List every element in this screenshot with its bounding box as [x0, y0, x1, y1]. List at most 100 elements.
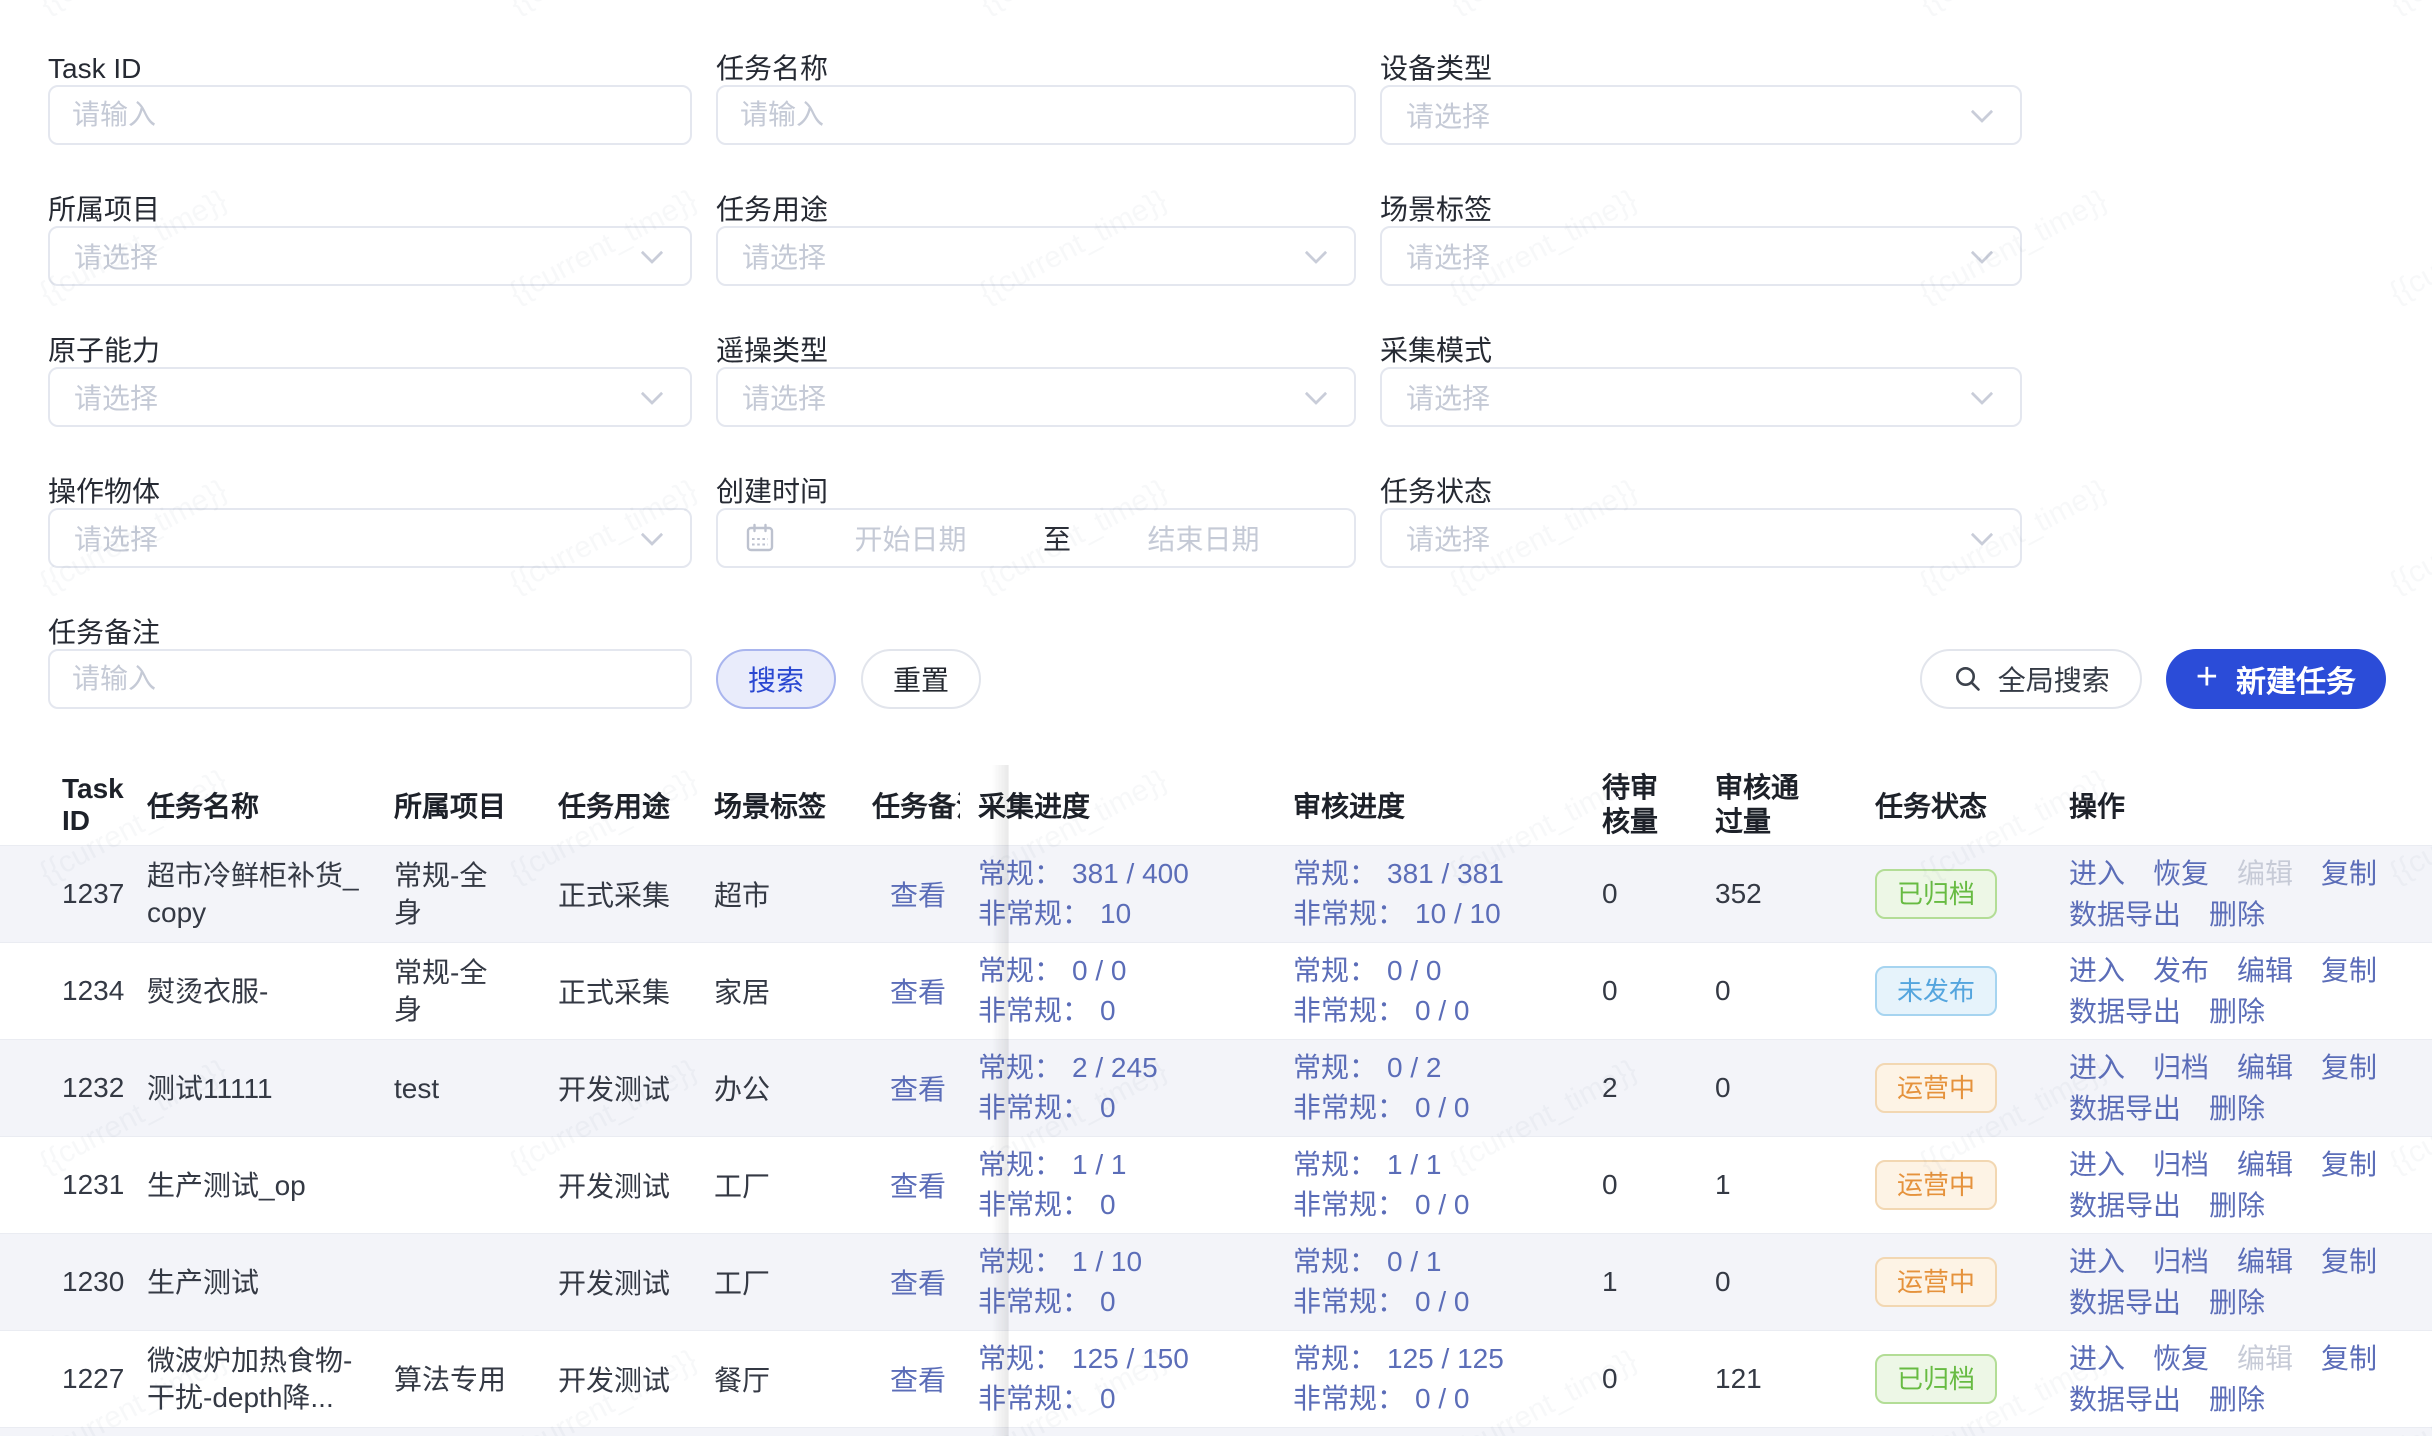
view-remark-link[interactable]: 查看 — [890, 1359, 946, 1399]
table-row: 1232 测试11111 test 开发测试 办公 查看 常规：2 / 245 … — [0, 1039, 2432, 1136]
action-export[interactable]: 数据导出 — [2069, 1090, 2181, 1127]
filter-label-scene-tag: 场景标签 — [1380, 193, 2022, 226]
task-status-select[interactable]: 请选择 — [1380, 508, 2022, 568]
cell-task-name: 超市冷鲜柜补货_copy — [122, 846, 372, 942]
action-export[interactable]: 数据导出 — [2069, 896, 2181, 933]
action-export[interactable]: 数据导出 — [2069, 1381, 2181, 1418]
action-copy[interactable]: 复制 — [2321, 1049, 2377, 1086]
action-links: 进入 归档 编辑 复制 数据导出 删除 — [2069, 1243, 2389, 1321]
operate-object-select[interactable]: 请选择 — [48, 508, 692, 568]
status-badge: 运营中 — [1875, 1257, 1997, 1307]
collect-mode-select[interactable]: 请选择 — [1380, 367, 2022, 427]
filter-label-teleop-type: 遥操类型 — [716, 334, 1356, 367]
task-name-input[interactable] — [716, 85, 1356, 145]
header-task-name: 任务名称 — [122, 765, 372, 845]
filter-label-collect-mode: 采集模式 — [1380, 334, 2022, 367]
action-delete[interactable]: 删除 — [2209, 1284, 2265, 1321]
header-collect-progress: 采集进度 — [960, 765, 1277, 845]
atomic-ability-select[interactable]: 请选择 — [48, 367, 692, 427]
cell-approved: 0 — [1697, 1040, 1857, 1136]
cell-task-id: 1227 — [0, 1331, 122, 1427]
action-delete[interactable]: 删除 — [2209, 1381, 2265, 1418]
action-restore[interactable]: 恢复 — [2153, 1340, 2209, 1377]
cell-collect-progress: 常规：125 / 150 非常规：0 — [960, 1331, 1277, 1427]
filter-label-device-type: 设备类型 — [1380, 52, 2022, 85]
action-delete[interactable]: 删除 — [2209, 1090, 2265, 1127]
filter-actions-row: 任务备注 搜索 重置 全局搜索 + 新建任务 — [48, 616, 2386, 709]
action-copy[interactable]: 复制 — [2321, 1243, 2377, 1280]
action-enter[interactable]: 进入 — [2069, 1146, 2125, 1183]
action-archive[interactable]: 归档 — [2153, 1146, 2209, 1183]
action-enter[interactable]: 进入 — [2069, 1340, 2125, 1377]
action-edit[interactable]: 编辑 — [2237, 1146, 2293, 1183]
action-copy[interactable]: 复制 — [2321, 1340, 2377, 1377]
task-remark-input[interactable] — [48, 649, 692, 709]
new-task-label: 新建任务 — [2236, 657, 2356, 701]
cell-pending: 0 — [1587, 943, 1697, 1039]
filter-label-task-name: 任务名称 — [716, 52, 1356, 85]
action-restore[interactable]: 恢复 — [2153, 855, 2209, 892]
cell-purpose: 开发测试 — [542, 1331, 692, 1427]
action-links: 进入 恢复 编辑 复制 数据导出 删除 — [2069, 855, 2389, 933]
cell-approved: 0 — [1697, 1234, 1857, 1330]
action-edit[interactable]: 编辑 — [2237, 1243, 2293, 1280]
reset-button[interactable]: 重置 — [861, 649, 981, 709]
cell-project: 算法专用 — [372, 1331, 542, 1427]
calendar-icon — [742, 520, 778, 556]
filter-project: 所属项目 请选择 — [48, 193, 692, 286]
action-publish[interactable]: 发布 — [2153, 952, 2209, 989]
action-archive[interactable]: 归档 — [2153, 1049, 2209, 1086]
search-button[interactable]: 搜索 — [716, 649, 836, 709]
action-delete[interactable]: 删除 — [2209, 993, 2265, 1030]
header-actions: 操作 — [2037, 765, 2432, 845]
filter-create-time: 创建时间 开始日期 至 结束日期 — [716, 475, 1356, 568]
view-remark-link[interactable]: 查看 — [890, 1165, 946, 1205]
filter-label-project: 所属项目 — [48, 193, 692, 226]
filter-purpose: 任务用途 请选择 — [716, 193, 1356, 286]
cell-actions: 进入 归档 编辑 复制 数据导出 删除 — [2037, 1040, 2432, 1136]
filter-collect-mode: 采集模式 请选择 — [1380, 334, 2022, 427]
cell-approved: 352 — [1697, 846, 1857, 942]
global-search-button[interactable]: 全局搜索 — [1920, 649, 2142, 709]
teleop-type-select[interactable]: 请选择 — [716, 367, 1356, 427]
action-edit[interactable]: 编辑 — [2237, 1049, 2293, 1086]
cell-actions: 进入 恢复 编辑 复制 数据导出 删除 — [2037, 846, 2432, 942]
create-time-range-picker[interactable]: 开始日期 至 结束日期 — [716, 508, 1356, 568]
action-export[interactable]: 数据导出 — [2069, 1187, 2181, 1224]
purpose-select[interactable]: 请选择 — [716, 226, 1356, 286]
filter-label-task-status: 任务状态 — [1380, 475, 2022, 508]
cell-project: test — [372, 1040, 542, 1136]
action-enter[interactable]: 进入 — [2069, 1049, 2125, 1086]
scene-tag-select[interactable]: 请选择 — [1380, 226, 2022, 286]
view-remark-link[interactable]: 查看 — [890, 1262, 946, 1302]
cell-remark: 查看 — [852, 1331, 960, 1427]
action-enter[interactable]: 进入 — [2069, 952, 2125, 989]
action-enter[interactable]: 进入 — [2069, 855, 2125, 892]
task-id-input[interactable] — [48, 85, 692, 145]
cell-task-id: 1234 — [0, 943, 122, 1039]
device-type-select[interactable]: 请选择 — [1380, 85, 2022, 145]
cell-task-id: 1230 — [0, 1234, 122, 1330]
project-select[interactable]: 请选择 — [48, 226, 692, 286]
view-remark-link[interactable]: 查看 — [890, 874, 946, 914]
action-archive[interactable]: 归档 — [2153, 1243, 2209, 1280]
new-task-button[interactable]: + 新建任务 — [2166, 649, 2386, 709]
action-edit[interactable]: 编辑 — [2237, 952, 2293, 989]
plus-icon: + — [2196, 658, 2218, 696]
action-copy[interactable]: 复制 — [2321, 855, 2377, 892]
cell-pending: 0 — [1587, 1331, 1697, 1427]
action-delete[interactable]: 删除 — [2209, 896, 2265, 933]
action-delete[interactable]: 删除 — [2209, 1187, 2265, 1224]
action-copy[interactable]: 复制 — [2321, 952, 2377, 989]
view-remark-link[interactable]: 查看 — [890, 1068, 946, 1108]
action-export[interactable]: 数据导出 — [2069, 1284, 2181, 1321]
cell-task-name: 生产测试_op — [122, 1137, 372, 1233]
cell-remark: 查看 — [852, 1137, 960, 1233]
view-remark-link[interactable]: 查看 — [890, 971, 946, 1011]
search-icon — [1952, 663, 1984, 695]
action-enter[interactable]: 进入 — [2069, 1243, 2125, 1280]
action-export[interactable]: 数据导出 — [2069, 993, 2181, 1030]
cell-status: 运营中 — [1857, 1040, 2037, 1136]
filter-scene-tag: 场景标签 请选择 — [1380, 193, 2022, 286]
action-copy[interactable]: 复制 — [2321, 1146, 2377, 1183]
